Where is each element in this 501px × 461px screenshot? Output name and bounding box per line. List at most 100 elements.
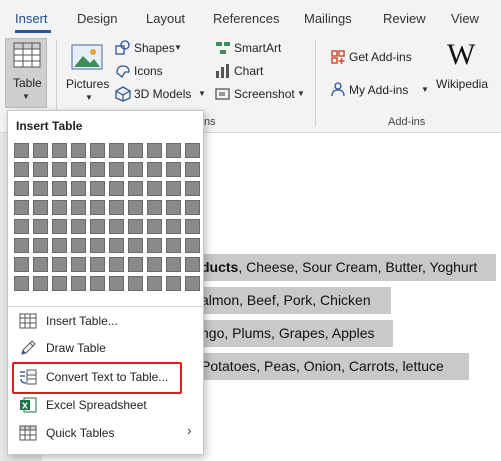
grid-cell[interactable] <box>109 276 124 291</box>
grid-cell[interactable] <box>109 200 124 215</box>
text-line[interactable]: almon, Beef, Pork, Chicken <box>200 287 391 314</box>
shapes-label[interactable]: Shapes <box>134 41 175 55</box>
grid-cell[interactable] <box>185 200 200 215</box>
grid-cell[interactable] <box>109 143 124 158</box>
grid-cell[interactable] <box>147 143 162 158</box>
grid-cell[interactable] <box>52 238 67 253</box>
grid-cell[interactable] <box>14 238 29 253</box>
grid-cell[interactable] <box>52 181 67 196</box>
grid-cell[interactable] <box>90 181 105 196</box>
grid-cell[interactable] <box>147 219 162 234</box>
grid-cell[interactable] <box>52 143 67 158</box>
grid-cell[interactable] <box>128 238 143 253</box>
grid-cell[interactable] <box>185 143 200 158</box>
grid-cell[interactable] <box>147 200 162 215</box>
grid-cell[interactable] <box>185 238 200 253</box>
grid-cell[interactable] <box>166 276 181 291</box>
grid-cell[interactable] <box>90 238 105 253</box>
grid-cell[interactable] <box>90 162 105 177</box>
grid-cell[interactable] <box>185 181 200 196</box>
grid-cell[interactable] <box>166 238 181 253</box>
smartart-label[interactable]: SmartArt <box>234 41 281 55</box>
grid-cell[interactable] <box>166 181 181 196</box>
grid-cell[interactable] <box>33 276 48 291</box>
grid-cell[interactable] <box>147 162 162 177</box>
grid-cell[interactable] <box>147 276 162 291</box>
grid-cell[interactable] <box>128 276 143 291</box>
3d-models-label[interactable]: 3D Models <box>134 87 191 101</box>
wikipedia-label[interactable]: Wikipedia <box>436 77 488 91</box>
grid-cell[interactable] <box>128 162 143 177</box>
grid-cell[interactable] <box>33 219 48 234</box>
grid-cell[interactable] <box>33 181 48 196</box>
grid-cell[interactable] <box>90 276 105 291</box>
grid-cell[interactable] <box>166 219 181 234</box>
screenshot-label[interactable]: Screenshot <box>234 87 295 101</box>
grid-cell[interactable] <box>71 257 86 272</box>
grid-cell[interactable] <box>185 276 200 291</box>
grid-cell[interactable] <box>71 200 86 215</box>
grid-cell[interactable] <box>52 162 67 177</box>
grid-cell[interactable] <box>185 219 200 234</box>
grid-cell[interactable] <box>166 257 181 272</box>
grid-cell[interactable] <box>71 238 86 253</box>
grid-cell[interactable] <box>166 200 181 215</box>
grid-cell[interactable] <box>71 181 86 196</box>
grid-cell[interactable] <box>52 257 67 272</box>
text-line[interactable]: Potatoes, Peas, Onion, Carrots, lettuce <box>200 353 469 380</box>
grid-cell[interactable] <box>147 257 162 272</box>
grid-cell[interactable] <box>90 143 105 158</box>
grid-cell[interactable] <box>109 181 124 196</box>
grid-cell[interactable] <box>185 162 200 177</box>
tab-review[interactable]: Review <box>383 0 426 34</box>
table-size-grid[interactable] <box>14 143 200 295</box>
grid-cell[interactable] <box>33 238 48 253</box>
grid-cell[interactable] <box>90 219 105 234</box>
grid-cell[interactable] <box>128 200 143 215</box>
grid-cell[interactable] <box>109 238 124 253</box>
grid-cell[interactable] <box>109 162 124 177</box>
tab-mailings[interactable]: Mailings <box>304 0 352 34</box>
grid-cell[interactable] <box>147 238 162 253</box>
grid-cell[interactable] <box>14 143 29 158</box>
grid-cell[interactable] <box>33 257 48 272</box>
tab-view[interactable]: View <box>451 0 479 34</box>
text-line[interactable]: ducts, Cheese, Sour Cream, Butter, Yoghu… <box>200 254 496 281</box>
grid-cell[interactable] <box>14 181 29 196</box>
grid-cell[interactable] <box>109 257 124 272</box>
grid-cell[interactable] <box>52 200 67 215</box>
grid-cell[interactable] <box>128 219 143 234</box>
grid-cell[interactable] <box>71 276 86 291</box>
get-addins-label[interactable]: Get Add-ins <box>349 50 412 64</box>
grid-cell[interactable] <box>71 162 86 177</box>
grid-cell[interactable] <box>128 143 143 158</box>
my-addins-label[interactable]: My Add-ins <box>349 83 408 97</box>
tab-layout[interactable]: Layout <box>146 0 185 34</box>
grid-cell[interactable] <box>52 276 67 291</box>
grid-cell[interactable] <box>185 257 200 272</box>
grid-cell[interactable] <box>128 181 143 196</box>
grid-cell[interactable] <box>33 162 48 177</box>
chart-label[interactable]: Chart <box>234 64 263 78</box>
tab-insert[interactable]: Insert <box>15 0 48 34</box>
grid-cell[interactable] <box>52 219 67 234</box>
grid-cell[interactable] <box>90 257 105 272</box>
grid-cell[interactable] <box>71 219 86 234</box>
pictures-label[interactable]: Pictures <box>66 77 109 91</box>
grid-cell[interactable] <box>71 143 86 158</box>
grid-cell[interactable] <box>14 162 29 177</box>
grid-cell[interactable] <box>90 200 105 215</box>
grid-cell[interactable] <box>14 219 29 234</box>
tab-design[interactable]: Design <box>77 0 117 34</box>
grid-cell[interactable] <box>147 181 162 196</box>
grid-cell[interactable] <box>109 219 124 234</box>
grid-cell[interactable] <box>33 200 48 215</box>
text-line[interactable]: ngo, Plums, Grapes, Apples <box>200 320 393 347</box>
grid-cell[interactable] <box>14 257 29 272</box>
grid-cell[interactable] <box>14 276 29 291</box>
grid-cell[interactable] <box>128 257 143 272</box>
grid-cell[interactable] <box>33 143 48 158</box>
grid-cell[interactable] <box>166 162 181 177</box>
tab-references[interactable]: References <box>213 0 279 34</box>
grid-cell[interactable] <box>166 143 181 158</box>
